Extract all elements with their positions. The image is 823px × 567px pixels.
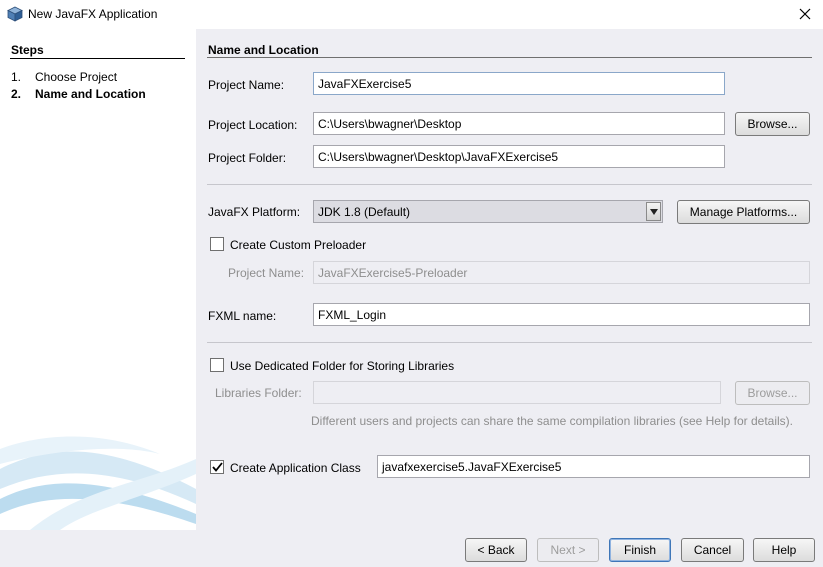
window-title: New JavaFX Application bbox=[28, 7, 158, 21]
project-folder-field[interactable]: C:\Users\bwagner\Desktop\JavaFXExercise5 bbox=[313, 145, 725, 168]
name-and-location-panel: Name and Location Project Name: JavaFXEx… bbox=[196, 29, 823, 530]
back-button[interactable]: < Back bbox=[465, 538, 527, 562]
app-class-name-field[interactable]: javafxexercise5.JavaFXExercise5 bbox=[377, 455, 810, 478]
step-label: Choose Project bbox=[35, 70, 118, 84]
dropdown-arrow-icon[interactable] bbox=[646, 202, 661, 221]
checkmark-icon bbox=[211, 462, 223, 472]
section-divider bbox=[207, 57, 812, 58]
fxml-name-value: FXML_Login bbox=[318, 308, 387, 322]
finish-button[interactable]: Finish bbox=[609, 538, 671, 562]
project-name-field[interactable]: JavaFXExercise5 bbox=[313, 72, 725, 95]
wizard-decoration-graphic bbox=[0, 436, 196, 530]
step-number: 1. bbox=[11, 70, 22, 84]
step-label: Name and Location bbox=[35, 87, 146, 101]
preloader-project-name-field[interactable]: JavaFXExercise5-Preloader bbox=[313, 261, 810, 284]
project-location-value: C:\Users\bwagner\Desktop bbox=[318, 117, 462, 131]
javafx-platform-dropdown[interactable]: JDK 1.8 (Default) bbox=[313, 200, 663, 223]
preloader-project-name-value: JavaFXExercise5-Preloader bbox=[318, 266, 468, 280]
step-name-and-location: 2. Name and Location bbox=[11, 87, 146, 101]
preloader-project-name-label: Project Name: bbox=[228, 266, 305, 280]
section-title: Name and Location bbox=[208, 43, 319, 57]
separator bbox=[207, 184, 812, 185]
fxml-name-label: FXML name: bbox=[208, 309, 277, 323]
button-bar: < Back Next > Finish Cancel Help bbox=[0, 530, 823, 567]
next-button[interactable]: Next > bbox=[537, 538, 599, 562]
javafx-platform-value: JDK 1.8 (Default) bbox=[318, 205, 411, 219]
create-app-class-checkbox[interactable] bbox=[210, 460, 224, 474]
dedicated-folder-label: Use Dedicated Folder for Storing Librari… bbox=[230, 359, 455, 373]
steps-panel: Steps 1. Choose Project 2. Name and Locati… bbox=[0, 29, 196, 530]
project-name-value: JavaFXExercise5 bbox=[318, 77, 412, 91]
cube-icon bbox=[7, 6, 23, 22]
fxml-name-field[interactable]: FXML_Login bbox=[313, 303, 810, 326]
steps-divider bbox=[10, 58, 185, 59]
custom-preloader-checkbox[interactable] bbox=[210, 237, 224, 251]
step-number: 2. bbox=[11, 87, 22, 101]
title-bar: New JavaFX Application bbox=[0, 0, 823, 29]
dedicated-folder-checkbox[interactable] bbox=[210, 358, 224, 372]
browse-location-button[interactable]: Browse... bbox=[735, 112, 810, 136]
custom-preloader-label: Create Custom Preloader bbox=[230, 238, 367, 252]
project-folder-label: Project Folder: bbox=[208, 151, 287, 165]
step-choose-project: 1. Choose Project bbox=[11, 70, 117, 84]
project-name-label: Project Name: bbox=[208, 78, 285, 92]
libraries-folder-label: Libraries Folder: bbox=[215, 386, 302, 400]
libraries-folder-field[interactable] bbox=[313, 381, 721, 404]
project-location-label: Project Location: bbox=[208, 118, 298, 132]
javafx-platform-label: JavaFX Platform: bbox=[208, 205, 301, 219]
close-button[interactable] bbox=[791, 0, 819, 28]
manage-platforms-button[interactable]: Manage Platforms... bbox=[677, 200, 810, 224]
libraries-hint: Different users and projects can share t… bbox=[311, 414, 794, 428]
app-class-name-value: javafxexercise5.JavaFXExercise5 bbox=[382, 460, 562, 474]
help-button[interactable]: Help bbox=[753, 538, 815, 562]
steps-heading: Steps bbox=[11, 43, 44, 57]
create-app-class-label: Create Application Class bbox=[230, 461, 361, 475]
project-folder-value: C:\Users\bwagner\Desktop\JavaFXExercise5 bbox=[318, 150, 559, 164]
cancel-button[interactable]: Cancel bbox=[681, 538, 744, 562]
close-icon bbox=[799, 8, 811, 20]
project-location-field[interactable]: C:\Users\bwagner\Desktop bbox=[313, 112, 725, 135]
separator bbox=[207, 342, 812, 343]
browse-libraries-button[interactable]: Browse... bbox=[735, 381, 810, 405]
